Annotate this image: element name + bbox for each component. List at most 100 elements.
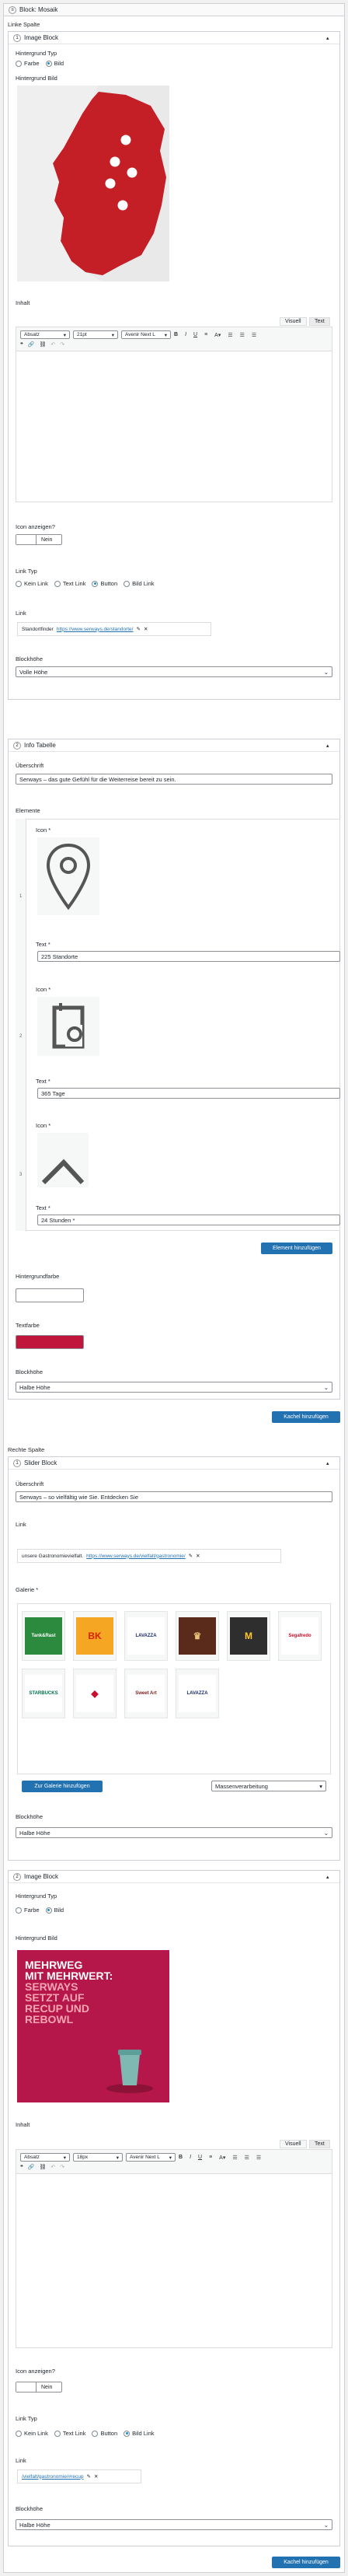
show-icon-toggle[interactable]: Nein (16, 2382, 62, 2392)
align-center-icon[interactable]: ☰ (240, 332, 245, 338)
heading-input[interactable]: Serways – so vielfältig wie Sie. Entdeck… (16, 1491, 332, 1502)
link-field[interactable]: /vielfalt/gastronomie/#recup ✎ ✕ (17, 2469, 141, 2483)
font-size-select[interactable]: 21pt ▾ (73, 330, 118, 339)
italic-icon[interactable]: I (185, 332, 186, 337)
block-height-select[interactable]: Volle Höhe ⌄ (16, 666, 332, 677)
font-size-select[interactable]: 18px ▾ (73, 2153, 123, 2162)
edit-link-icon[interactable]: ✎ (189, 1553, 193, 1559)
repeater-handle-column[interactable] (16, 819, 26, 1231)
link-icon[interactable]: 🔗 (28, 341, 35, 348)
radio-bild[interactable]: Bild (45, 60, 64, 67)
block-height-select[interactable]: Halbe Höhe ⌄ (16, 1827, 332, 1838)
radio-farbe[interactable]: Farbe (16, 60, 40, 67)
remove-link-icon[interactable]: ✕ (196, 1553, 200, 1559)
radio-bild-link[interactable]: Bild Link (124, 2430, 155, 2437)
tab-visual[interactable]: Visuell (280, 2140, 307, 2148)
radio-text-link[interactable]: Text Link (54, 2430, 85, 2437)
block-height-select[interactable]: Halbe Höhe ⌄ (16, 1382, 332, 1393)
calendar-icon[interactable] (37, 997, 99, 1056)
align-left-icon[interactable]: ☰ (232, 2155, 237, 2161)
gallery-logo-tile[interactable]: STARBUCKS (22, 1669, 65, 1718)
image-block-1-header[interactable]: 1 Image Block (9, 32, 339, 44)
radio-bild-link[interactable]: Bild Link (124, 580, 155, 587)
heading-input[interactable]: Serways – das gute Gefühl für die Weiter… (16, 774, 332, 785)
text-color-icon[interactable]: A▾ (219, 2155, 225, 2161)
gallery-logo-tile[interactable]: ◆ (73, 1669, 117, 1718)
quote-icon[interactable]: ❝ (20, 341, 23, 348)
germany-map-image[interactable] (17, 86, 169, 281)
undo-icon[interactable]: ↶ (50, 341, 55, 348)
add-tile-button-right[interactable]: Kachel hinzufügen (272, 2557, 340, 2568)
font-family-select[interactable]: Avenir Next L ▾ (121, 330, 171, 339)
content-editor[interactable] (16, 2174, 332, 2348)
radio-button[interactable]: Button (92, 580, 117, 587)
gallery-logo-tile[interactable]: Sweet Art (124, 1669, 168, 1718)
redo-icon[interactable]: ↷ (60, 2164, 64, 2170)
text-color-icon[interactable]: A▾ (214, 332, 221, 338)
tab-text[interactable]: Text (309, 2140, 330, 2148)
location-pin-icon[interactable] (37, 837, 99, 915)
bg-color-swatch[interactable] (16, 1288, 84, 1302)
link-field[interactable]: Standortfinder https://www.serways.de/st… (17, 622, 211, 636)
gallery-logo-tile[interactable]: LAVAZZA (124, 1611, 168, 1661)
clock-icon[interactable] (37, 1133, 89, 1187)
remove-link-icon[interactable]: ✕ (144, 626, 148, 632)
item-text-input[interactable]: 365 Tage (37, 1088, 340, 1099)
radio-kein-link[interactable]: Kein Link (16, 2430, 48, 2437)
gallery-logo-tile[interactable]: M (227, 1611, 270, 1661)
item-text-input[interactable]: 225 Standorte (37, 951, 340, 962)
bold-icon[interactable]: B (179, 2155, 183, 2160)
add-to-gallery-button[interactable]: Zur Galerie hinzufügen (22, 1781, 103, 1792)
edit-link-icon[interactable]: ✎ (87, 2473, 91, 2480)
list-icon[interactable]: ≡ (204, 332, 207, 337)
item-text-input[interactable]: 24 Stunden * (37, 1215, 340, 1225)
list-icon[interactable]: ≡ (209, 2155, 212, 2160)
image-block-2-header[interactable]: 2 Image Block (9, 1871, 339, 1883)
edit-link-icon[interactable]: ✎ (136, 626, 140, 632)
font-family-select[interactable]: Avenir Next L ▾ (126, 2153, 176, 2162)
unlink-icon[interactable]: ⛓ (40, 2164, 47, 2170)
link-url[interactable]: https://www.serways.de/standorte/ (57, 627, 134, 632)
align-right-icon[interactable]: ☰ (252, 332, 256, 338)
radio-button[interactable]: Button (92, 2430, 117, 2437)
tab-text[interactable]: Text (309, 317, 330, 326)
collapse-icon[interactable]: ▴ (326, 1874, 329, 1880)
link-field[interactable]: unsere Gastronomievielfalt. https://www.… (17, 1549, 281, 1563)
info-table-header[interactable]: 2 Info Tabelle (9, 739, 339, 752)
content-editor[interactable] (16, 351, 332, 502)
format-select[interactable]: Absatz ▾ (20, 330, 70, 339)
link-url[interactable]: https://www.serways.de/vielfalt/gastrono… (86, 1554, 186, 1559)
gallery-logo-tile[interactable]: Segafredo (278, 1611, 322, 1661)
slider-block-header[interactable]: 1 Slider Block (9, 1457, 339, 1470)
link-icon[interactable]: 🔗 (28, 2164, 35, 2170)
bulk-edit-select[interactable]: Massenverarbeitung ▾ (211, 1781, 326, 1791)
block-height-select[interactable]: Halbe Höhe ⌄ (16, 2519, 332, 2530)
show-icon-toggle[interactable]: Nein (16, 534, 62, 545)
format-select[interactable]: Absatz ▾ (20, 2153, 70, 2162)
gallery-logo-tile[interactable]: BK (73, 1611, 117, 1661)
undo-icon[interactable]: ↶ (50, 2164, 55, 2170)
collapse-icon[interactable]: ▴ (326, 35, 329, 41)
gallery-logo-tile[interactable]: LAVAZZA (176, 1669, 219, 1718)
text-color-swatch[interactable] (16, 1335, 84, 1349)
radio-farbe[interactable]: Farbe (16, 1907, 40, 1914)
radio-bild[interactable]: Bild (45, 1907, 64, 1914)
remove-link-icon[interactable]: ✕ (94, 2473, 98, 2480)
add-element-button[interactable]: Element hinzufügen (261, 1243, 332, 1254)
align-left-icon[interactable]: ☰ (228, 332, 232, 338)
align-center-icon[interactable]: ☰ (245, 2155, 249, 2161)
underline-icon[interactable]: U (198, 2155, 202, 2160)
radio-kein-link[interactable]: Kein Link (16, 580, 48, 587)
add-tile-button-left[interactable]: Kachel hinzufügen (272, 1411, 340, 1423)
redo-icon[interactable]: ↷ (60, 341, 64, 348)
radio-text-link[interactable]: Text Link (54, 580, 85, 587)
link-url[interactable]: /vielfalt/gastronomie/#recup (22, 2474, 84, 2480)
align-right-icon[interactable]: ☰ (256, 2155, 261, 2161)
quote-icon[interactable]: ❝ (20, 2164, 23, 2170)
gallery-logo-tile[interactable]: ♛ (176, 1611, 219, 1661)
collapse-icon[interactable]: ▴ (326, 743, 329, 749)
unlink-icon[interactable]: ⛓ (40, 341, 47, 348)
collapse-icon[interactable]: ▴ (326, 1460, 329, 1466)
recup-poster-image[interactable]: MEHRWEG MIT MEHRWERT: SERWAYS SETZT AUF … (17, 1950, 169, 2102)
block-header[interactable]: ≡ Block: Mosaik (4, 4, 344, 16)
